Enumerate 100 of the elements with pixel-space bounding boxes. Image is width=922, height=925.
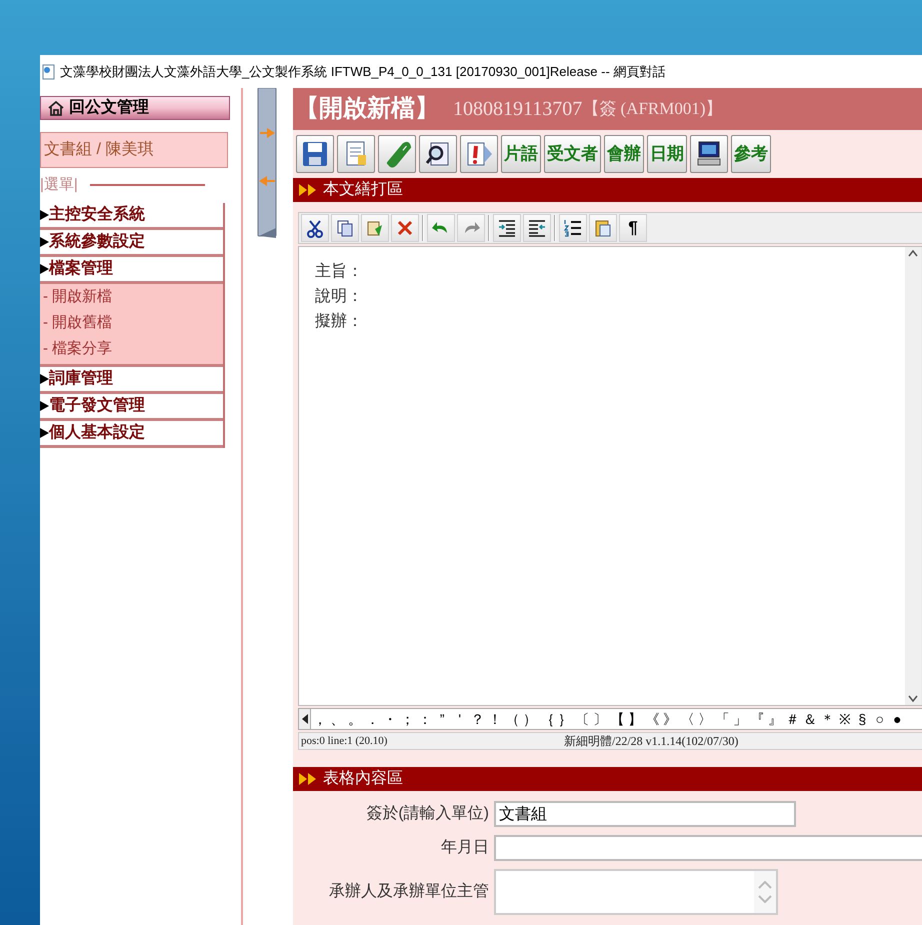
section-title: 表格內容區 — [323, 768, 403, 789]
symbol-key[interactable]: ” — [434, 709, 451, 729]
triangle-icon — [40, 262, 49, 274]
input-field[interactable] — [494, 835, 922, 861]
submenu-item[interactable]: - 開啟舊檔 — [40, 310, 223, 336]
editor-line: 擬辦： — [315, 312, 364, 332]
triangle-icon — [40, 208, 49, 220]
symbol-key[interactable]: 〕 — [591, 709, 608, 729]
symbol-key[interactable]: ？ — [468, 709, 486, 729]
editor-tool-button[interactable] — [301, 214, 329, 242]
symbol-key[interactable]: 〉 — [696, 709, 714, 729]
symbol-key[interactable]: ＆ — [801, 709, 818, 729]
page-title: 【開啟新檔】 — [295, 94, 439, 124]
double-arrow-icon — [299, 184, 317, 196]
field-label: 年月日 — [440, 838, 489, 858]
symbol-key[interactable]: 《 — [644, 709, 661, 729]
submenu-item[interactable]: - 檔案分享 — [40, 336, 223, 362]
toolbar-button[interactable]: 日期 — [647, 135, 687, 173]
editor-tool-button[interactable] — [523, 214, 551, 242]
toolbar-button[interactable] — [296, 135, 334, 173]
window-title: 文藻學校財團法人文藻外語大學_公文製作系統 IFTWB_P4_0_0_131 [20170930_001]Release -- 網頁對話 — [60, 62, 666, 81]
scroll-up-icon — [908, 249, 918, 257]
left-arrow-icon — [302, 714, 308, 724]
menu-item[interactable]: 電子發文管理 — [40, 394, 223, 420]
symbol-key[interactable]: § — [854, 709, 871, 729]
symbol-key[interactable]: ｛ — [538, 709, 556, 729]
editor-line: 主旨： — [315, 262, 364, 282]
editor-tool-button[interactable]: ¶ — [619, 214, 647, 242]
submenu-item[interactable]: - 開啟新檔 — [40, 284, 223, 310]
user-label: 文書組 / 陳美琪 — [40, 132, 228, 168]
section-title: 本文繕打區 — [323, 180, 403, 200]
editor-tool-button[interactable] — [559, 214, 587, 242]
symbol-key[interactable]: ● — [888, 709, 906, 729]
menu-item[interactable]: 檔案管理 — [40, 256, 223, 284]
input-field[interactable]: 文書組 — [494, 801, 796, 827]
symbol-key[interactable]: 』 — [766, 709, 784, 729]
symbol-key[interactable]: 」 — [731, 709, 748, 729]
symbol-key[interactable]: 『 — [748, 709, 766, 729]
symbol-key[interactable]: ） — [521, 709, 538, 729]
symbol-key[interactable]: 「 — [714, 709, 731, 729]
symbol-key[interactable]: ； — [398, 709, 416, 729]
symbol-key[interactable]: ！ — [486, 709, 504, 729]
home-icon — [47, 100, 65, 116]
toolbar-button[interactable] — [690, 135, 728, 173]
document-number: 1080819113707 — [453, 97, 582, 122]
scroll-down-icon — [758, 895, 772, 903]
menu-item[interactable]: 個人基本設定 — [40, 420, 223, 448]
editor-tool-button[interactable] — [493, 214, 521, 242]
toolbar-button[interactable]: 片語 — [501, 135, 541, 173]
symbol-key[interactable]: ｝ — [556, 709, 574, 729]
scroll-down-icon — [908, 695, 918, 703]
cursor-position: pos:0 line:1 (20.10) — [300, 734, 388, 749]
symbol-key[interactable]: 。 — [346, 709, 364, 729]
scroll-up-icon — [758, 881, 772, 889]
symbol-key[interactable]: 〈 — [678, 709, 696, 729]
clipboard-icon — [593, 218, 613, 238]
home-button[interactable]: 回公文管理 — [40, 96, 230, 120]
scissors-icon — [305, 218, 325, 238]
triangle-icon — [40, 236, 49, 248]
double-arrow-icon — [299, 773, 317, 785]
symbol-key[interactable]: ： — [416, 709, 434, 729]
outdent-icon — [527, 218, 547, 238]
delete-icon — [395, 218, 415, 238]
toolbar-button[interactable] — [419, 135, 457, 173]
symbol-key[interactable]: ， — [311, 709, 328, 729]
menu-label: |選單| — [40, 175, 78, 195]
symbol-key[interactable]: ○ — [871, 709, 888, 729]
triangle-icon — [40, 400, 49, 412]
symbol-key[interactable]: ＊ — [818, 709, 836, 729]
toolbar-button[interactable]: 會辦 — [604, 135, 644, 173]
editor-tool-button[interactable] — [331, 214, 359, 242]
symbol-key[interactable]: ． — [364, 709, 381, 729]
editor-line: 說明： — [315, 286, 364, 307]
copy-icon — [335, 218, 355, 238]
menu-item[interactable]: 系統參數設定 — [40, 230, 223, 256]
toolbar-button[interactable]: 參考 — [731, 135, 771, 173]
symbol-key[interactable]: ＃ — [784, 709, 801, 729]
save-icon — [300, 139, 330, 169]
scroll-left-button[interactable] — [299, 709, 311, 729]
symbol-key[interactable]: 】 — [626, 709, 644, 729]
field-label: 承辦人及承辦單位主管 — [328, 882, 489, 902]
menu-item[interactable]: 詞庫管理 — [40, 366, 223, 394]
symbol-key[interactable]: ' — [451, 709, 468, 729]
numbered-list-icon — [563, 218, 583, 238]
triangle-icon — [40, 426, 49, 438]
scrollbar[interactable] — [905, 247, 921, 705]
field-label: 簽於(請輸入單位) — [365, 804, 489, 824]
symbol-key[interactable]: ・ — [381, 709, 398, 729]
menu-item[interactable]: 主控安全系統 — [40, 202, 223, 230]
triangle-icon — [40, 372, 49, 384]
indent-icon — [497, 218, 517, 238]
symbol-key[interactable]: 〔 — [574, 709, 591, 729]
font-info: 新細明體/22/28 v1.1.14(102/07/30) — [564, 733, 738, 750]
symbol-key[interactable]: （ — [504, 709, 521, 729]
form-code: 【簽 (AFRM001)】 — [582, 98, 723, 120]
symbol-key[interactable]: 、 — [328, 709, 346, 729]
toolbar-button[interactable]: 受文者 — [544, 135, 601, 173]
symbol-key[interactable]: 》 — [661, 709, 678, 729]
symbol-key[interactable]: 【 — [608, 709, 626, 729]
symbol-key[interactable]: ※ — [836, 709, 854, 729]
